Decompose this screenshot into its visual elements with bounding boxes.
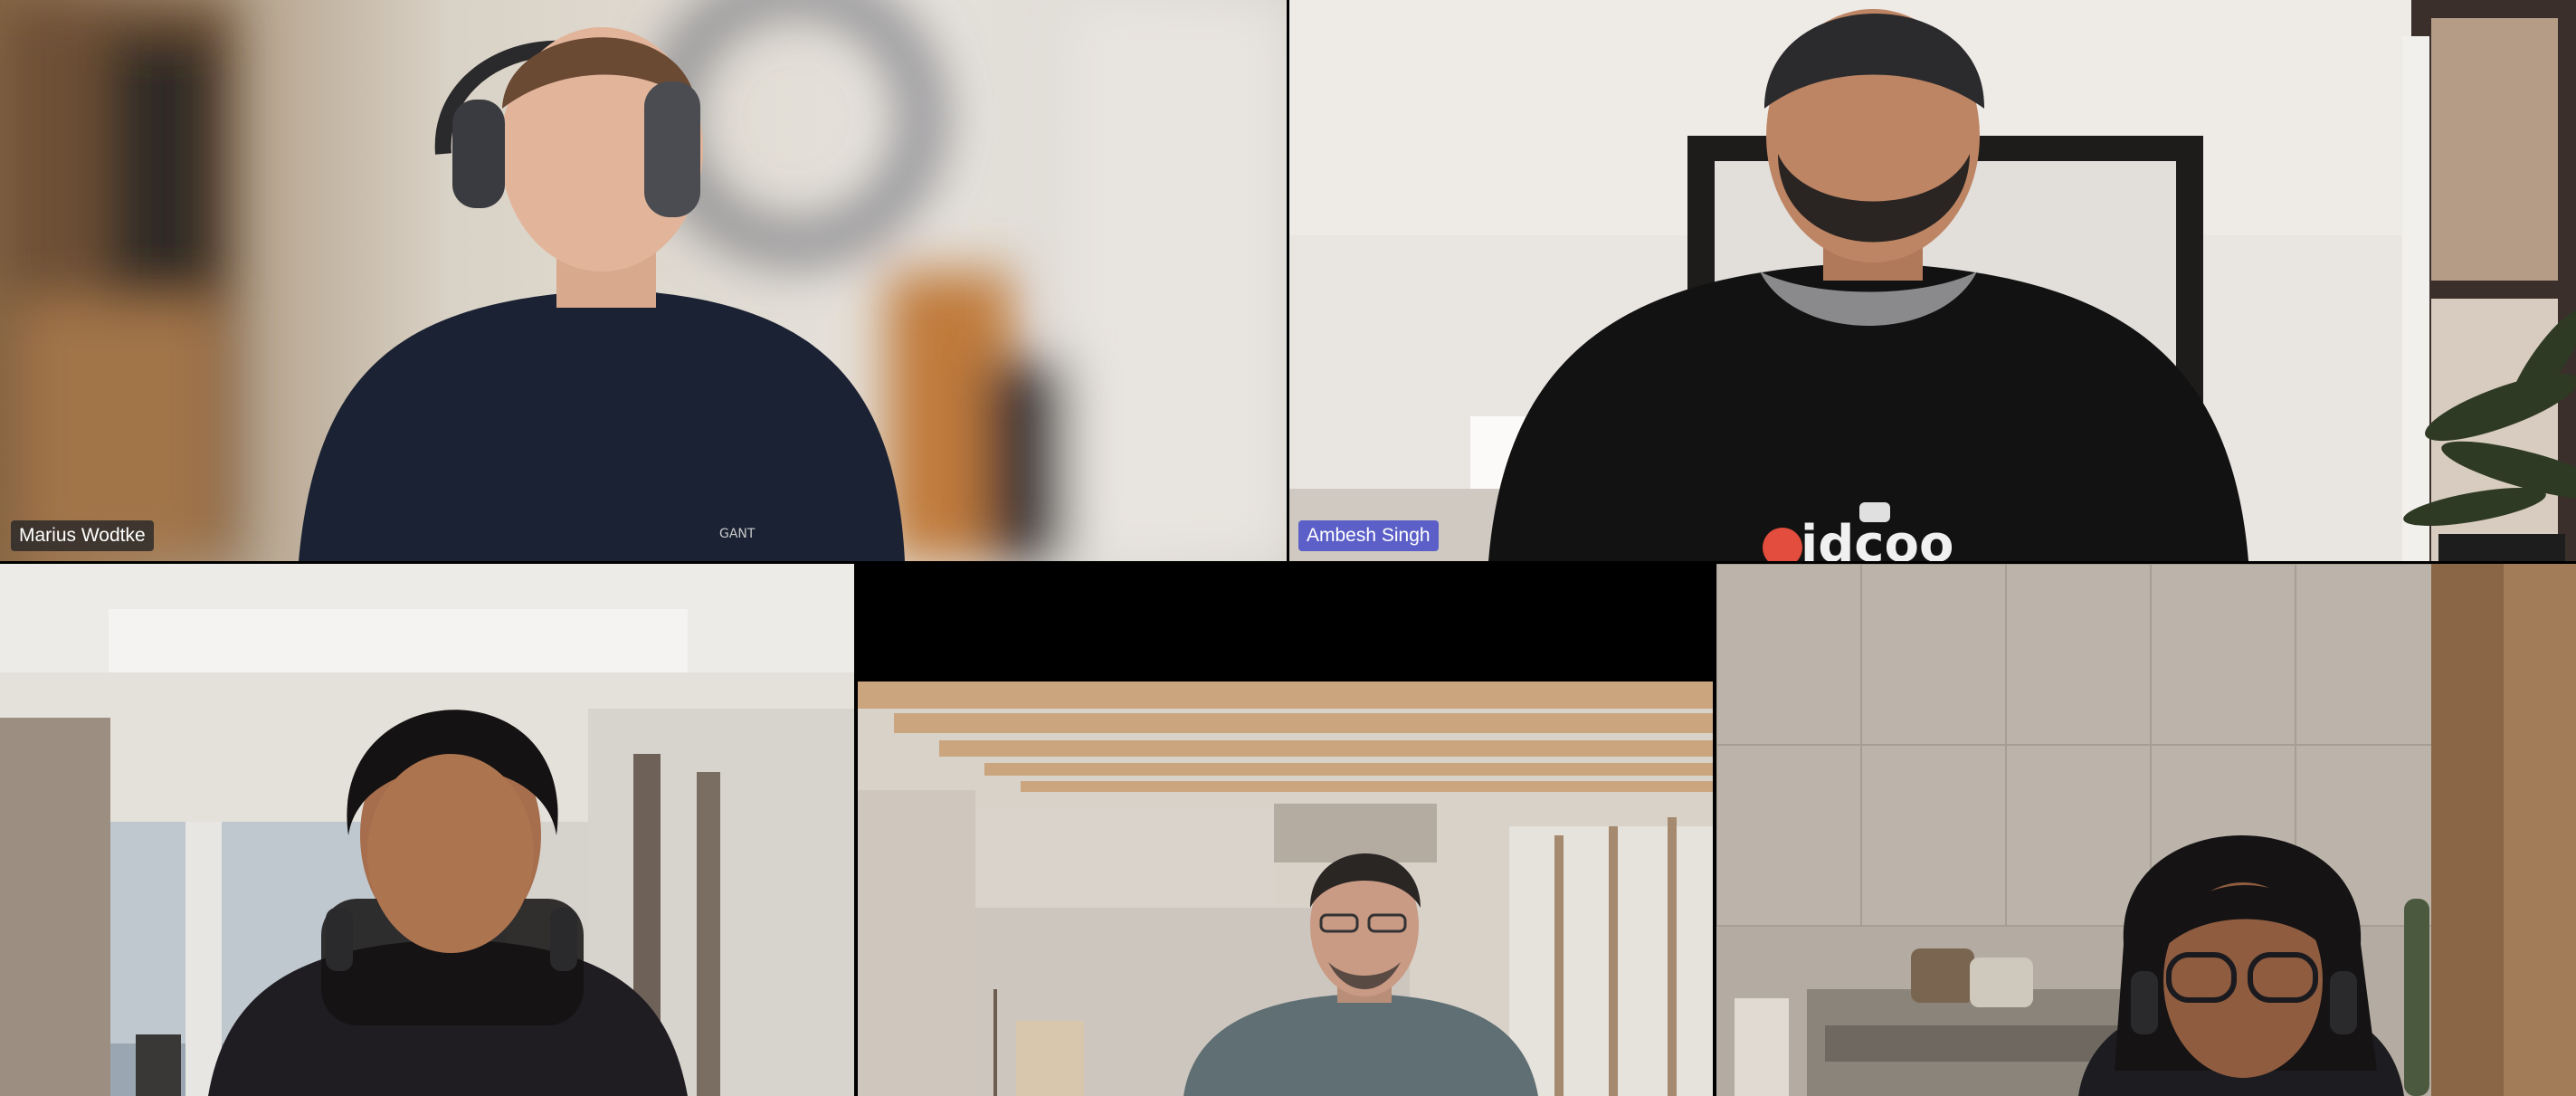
participant-video: GANT xyxy=(0,0,1287,561)
participant-video xyxy=(1716,564,2576,1096)
participant-tile-ambesh[interactable]: idcoo Ambesh Singh xyxy=(1289,0,2576,561)
participant-tile-4[interactable] xyxy=(858,564,1713,1096)
participant-video xyxy=(0,564,854,1096)
participant-tile-marius[interactable]: GANT Marius Wodtke xyxy=(0,0,1287,561)
participant-name-tag: Ambesh Singh xyxy=(1298,520,1439,551)
video-grid: GANT Marius Wodtke idcoo Ambesh Singh xyxy=(0,0,2576,1096)
participant-tile-5[interactable] xyxy=(1716,564,2576,1096)
participant-name-tag: Marius Wodtke xyxy=(11,520,154,551)
participant-video: idcoo xyxy=(1289,0,2576,561)
svg-text:GANT: GANT xyxy=(719,527,756,541)
participant-video xyxy=(858,564,1713,1096)
participant-tile-3[interactable] xyxy=(0,564,854,1096)
svg-text:idcoo: idcoo xyxy=(1801,515,1953,561)
